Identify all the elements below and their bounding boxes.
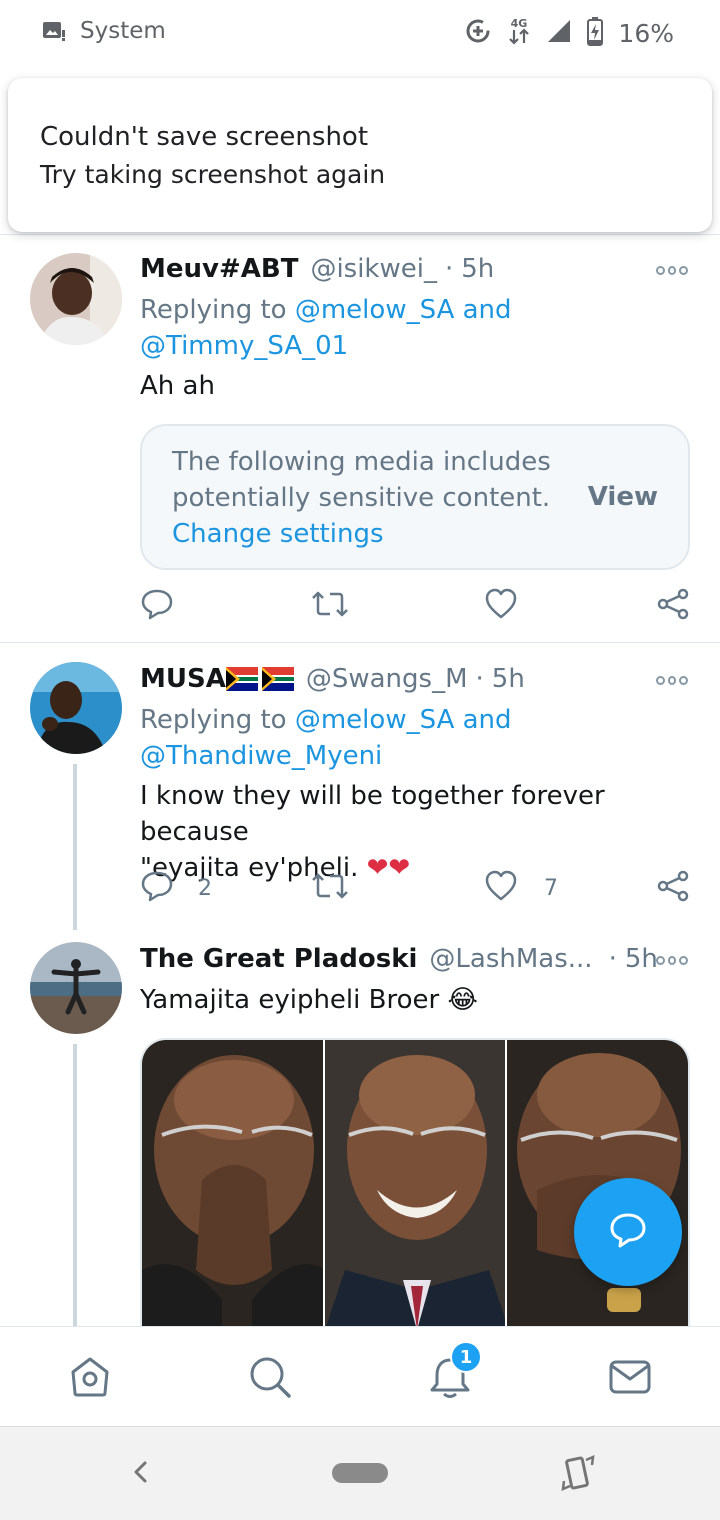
mention-link[interactable]: @melow_SA xyxy=(295,705,455,735)
screenshot-notification-icon xyxy=(42,20,66,42)
sensitive-line-2: potentially sensitive content. xyxy=(172,483,551,513)
more-options-icon[interactable] xyxy=(656,264,689,276)
replying-prefix: Replying to xyxy=(140,705,295,735)
sensitive-line-1: The following media includes xyxy=(172,447,551,477)
reply-count: 2 xyxy=(198,875,212,901)
tab-messages[interactable] xyxy=(606,1355,654,1403)
tweet-header: MUSA @Swangs_M · 5h xyxy=(140,664,525,694)
user-handle[interactable]: @Swangs_M xyxy=(306,664,468,694)
tweet-text: Ah ah xyxy=(140,371,215,401)
change-settings-link[interactable]: Change settings xyxy=(172,519,384,549)
tweet-text: Yamajita eyipheli Broer 😂 xyxy=(140,985,478,1015)
thread-connector xyxy=(73,1044,77,1326)
reply-button[interactable] xyxy=(140,586,174,626)
notification-title: Couldn't save screenshot xyxy=(40,122,369,152)
like-count: 7 xyxy=(544,875,558,901)
media-panel-center xyxy=(322,1040,508,1328)
retweet-icon xyxy=(310,869,350,908)
chevron-left-icon xyxy=(126,1461,156,1491)
cell-signal-icon xyxy=(546,18,572,49)
display-name[interactable]: The Great Pladoski xyxy=(140,944,417,974)
avatar[interactable] xyxy=(30,662,122,754)
mention-link[interactable]: @melow_SA xyxy=(295,295,455,325)
tweet-time: 5h xyxy=(491,664,525,694)
heart-icon xyxy=(484,587,518,626)
search-icon xyxy=(247,1354,293,1405)
replying-to: Replying to @melow_SA and @Timmy_SA_01 xyxy=(140,292,512,364)
retweet-icon xyxy=(310,587,350,626)
bottom-tab-bar: 1 xyxy=(0,1326,720,1426)
tweet-header: The Great Pladoski @LashMas... · 5h xyxy=(140,944,658,974)
replying-and[interactable]: and xyxy=(454,705,512,735)
replying-to: Replying to @melow_SA and @Thandiwe_Myen… xyxy=(140,702,512,774)
battery-percentage: 16% xyxy=(618,19,674,48)
tweet-header: Meuv#ABT @isikwei_ · 5h xyxy=(140,254,494,284)
back-button[interactable] xyxy=(126,1457,156,1487)
reply-bubble-icon xyxy=(608,1210,648,1255)
system-navigation-bar xyxy=(0,1426,720,1520)
compose-reply-button[interactable] xyxy=(574,1178,682,1286)
more-options-icon[interactable] xyxy=(656,674,689,686)
tweet-time: 5h xyxy=(461,254,495,284)
tab-search[interactable] xyxy=(246,1355,294,1403)
status-bar-app-label: System xyxy=(80,18,166,44)
header-divider xyxy=(0,234,720,235)
view-media-button[interactable]: View xyxy=(588,482,658,512)
tweet-actions xyxy=(140,586,700,626)
tweet-divider xyxy=(0,642,720,643)
rotate-icon xyxy=(560,1454,596,1497)
media-panel-right xyxy=(507,1040,688,1328)
svg-text:4G: 4G xyxy=(511,17,528,30)
screenshot-error-notification[interactable]: Couldn't save screenshot Try taking scre… xyxy=(8,78,712,232)
avatar[interactable] xyxy=(30,942,122,1034)
separator-dot: · xyxy=(608,944,617,974)
notification-badge: 1 xyxy=(450,1341,482,1373)
notification-body: Try taking screenshot again xyxy=(40,160,386,189)
tweet-text-line-1: I know they will be together forever bec… xyxy=(140,781,605,847)
status-bar: System 4G 16% xyxy=(0,0,720,64)
share-button[interactable] xyxy=(656,868,690,908)
home-pill-button[interactable] xyxy=(332,1463,388,1483)
status-bar-left: System xyxy=(42,18,166,44)
like-button[interactable] xyxy=(484,586,518,626)
sensitive-media-warning[interactable]: The following media includes potentially… xyxy=(140,424,690,570)
reply-button[interactable]: 2 xyxy=(140,868,212,908)
share-icon xyxy=(656,587,690,626)
display-name[interactable]: Meuv#ABT xyxy=(140,254,298,284)
share-button[interactable] xyxy=(656,586,690,626)
tweet-time: 5h xyxy=(624,944,658,974)
replying-and[interactable]: and xyxy=(454,295,512,325)
mention-link[interactable]: @Timmy_SA_01 xyxy=(140,331,348,361)
tweet-actions: 2 7 xyxy=(140,868,700,908)
avatar[interactable] xyxy=(30,253,122,345)
status-bar-right: 4G 16% xyxy=(464,16,674,51)
separator-dot: · xyxy=(444,254,454,284)
sensitive-warning-text: The following media includes potentially… xyxy=(172,444,572,552)
share-icon xyxy=(656,869,690,908)
media-panel-left xyxy=(142,1040,323,1328)
battery-charging-icon xyxy=(586,16,604,51)
data-saver-icon xyxy=(464,17,492,50)
network-4g-icon: 4G xyxy=(506,16,532,51)
reply-icon xyxy=(140,869,174,908)
user-handle[interactable]: @isikwei_ xyxy=(310,254,437,284)
home-icon xyxy=(67,1354,113,1405)
heart-icon xyxy=(484,869,518,908)
mention-link[interactable]: @Thandiwe_Myeni xyxy=(140,741,382,771)
like-button[interactable]: 7 xyxy=(484,868,558,908)
more-options-icon[interactable] xyxy=(656,954,689,966)
retweet-button[interactable] xyxy=(310,586,350,626)
display-name[interactable]: MUSA xyxy=(140,664,226,694)
user-handle[interactable]: @LashMas... xyxy=(429,944,592,974)
envelope-icon xyxy=(607,1354,653,1405)
tab-home[interactable] xyxy=(66,1355,114,1403)
retweet-button[interactable] xyxy=(310,868,350,908)
south-africa-flag-icon xyxy=(225,667,294,691)
reply-icon xyxy=(140,587,174,626)
replying-prefix: Replying to xyxy=(140,295,295,325)
thread-connector xyxy=(73,764,77,930)
rotate-screen-button[interactable] xyxy=(560,1453,596,1493)
separator-dot: · xyxy=(475,664,484,694)
